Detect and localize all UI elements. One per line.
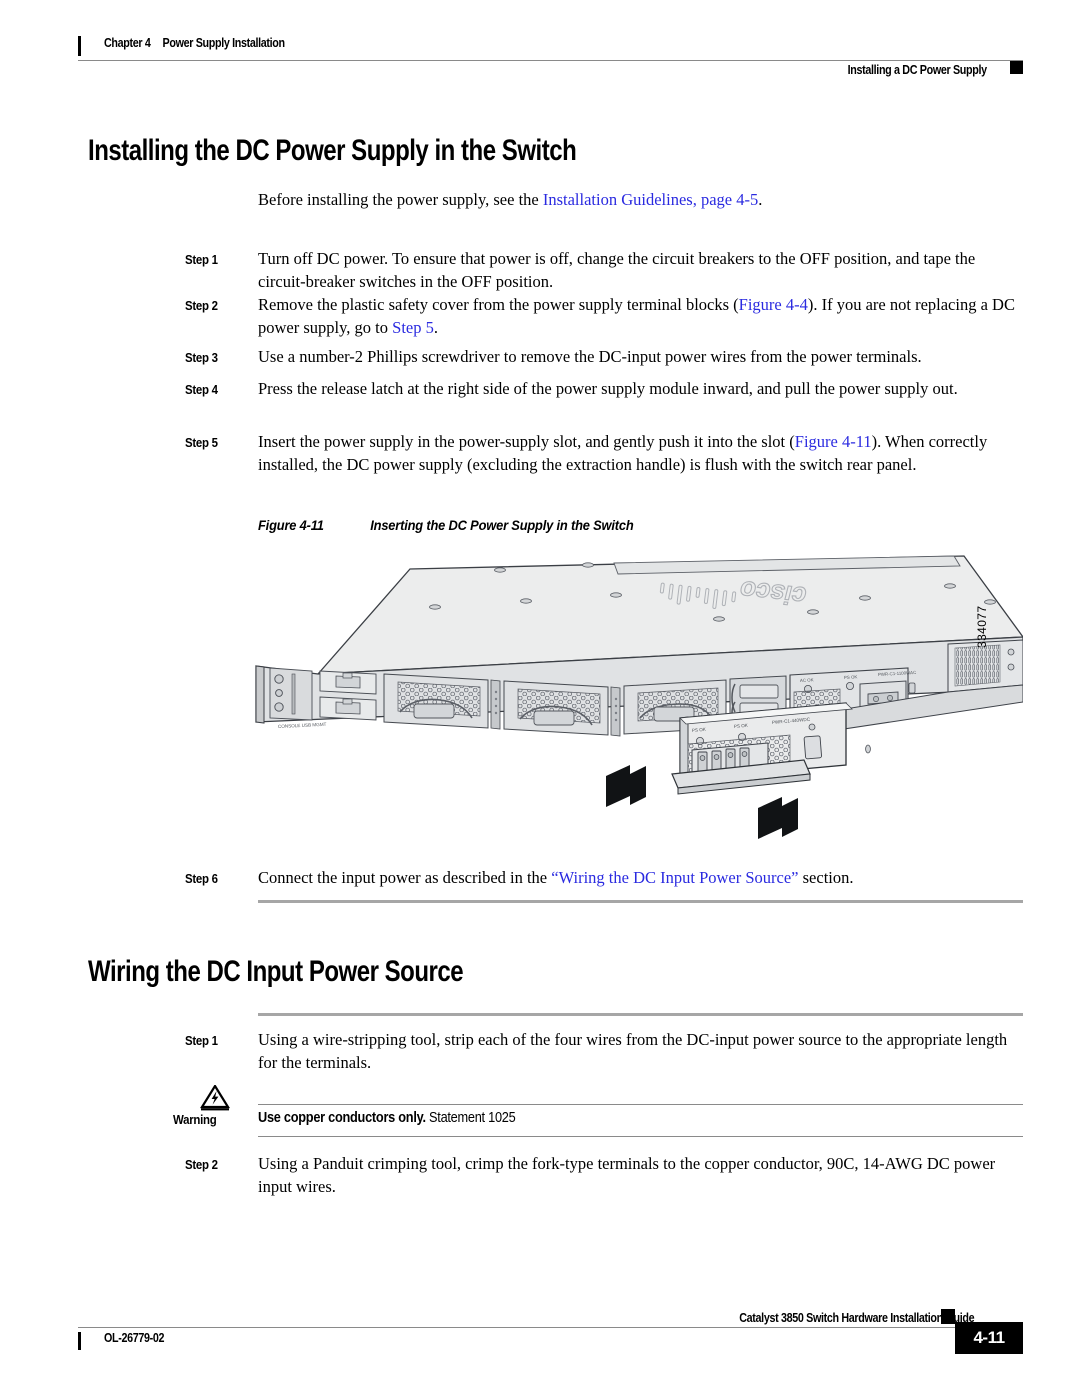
footer-guide-title: Catalyst 3850 Switch Hardware Installati… (738, 1311, 974, 1325)
header-rule (78, 60, 1023, 61)
document-page: Chapter 4 Power Supply Installation Insta… (0, 0, 1080, 1397)
step-label: Step 1 (185, 252, 218, 267)
step-label: Step 1 (185, 1033, 218, 1048)
figure-caption: Figure 4-11 Inserting the DC Power Supply… (258, 517, 634, 533)
step-item: Step 3 Use a number-2 Phillips screwdriv… (185, 345, 1023, 368)
step-text-part: section. (798, 868, 854, 887)
section-divider-rule (258, 900, 1023, 903)
intro-text-prefix: Before installing the power supply, see … (258, 190, 543, 209)
figure-illustration-id: 334077 (975, 605, 989, 648)
figure-illustration: cisco CONSOLE USB MGMT AC OK PS OK PWR-C… (248, 552, 1025, 852)
warning-label: Warning (173, 1112, 217, 1127)
heading-installing-dc-power-supply: Installing the DC Power Supply in the Sw… (88, 134, 577, 167)
step-label: Step 2 (185, 298, 218, 313)
link-wiring-dc-input-power-source[interactable]: “Wiring the DC Input Power Source” (551, 868, 798, 887)
heading-underline-rule (258, 1013, 1023, 1016)
warning-bottom-rule (258, 1136, 1023, 1137)
step-text: Turn off DC power. To ensure that power … (258, 249, 976, 291)
header-chapter-number: Chapter 4 (104, 36, 151, 50)
step-text: Insert the power supply in the power-sup… (258, 430, 1023, 476)
step-label: Step 3 (185, 350, 218, 365)
step-text-part: . (433, 318, 438, 337)
warning-top-rule (258, 1104, 1023, 1105)
step-label: Step 6 (185, 871, 218, 886)
step-item: Step 4 Press the release latch at the ri… (185, 377, 1023, 400)
step-item: Step 6 Connect the input power as descri… (185, 866, 1023, 889)
insertion-arrow-right (758, 797, 798, 839)
warning-text: Use copper conductors only. Statement 10… (258, 1110, 516, 1126)
footer-square-marker (941, 1309, 955, 1324)
footer-document-id: OL-26779-02 (104, 1331, 165, 1345)
step-text: Connect the input power as described in … (258, 866, 1023, 889)
step-text-part: Remove the plastic safety cover from the… (258, 295, 739, 314)
svg-text:AC OK: AC OK (800, 677, 814, 683)
step-text: Using a wire-stripping tool, strip each … (258, 1030, 1008, 1072)
footer-rule (78, 1327, 955, 1328)
intro-paragraph: Before installing the power supply, see … (258, 188, 1018, 211)
step-text: Remove the plastic safety cover from the… (258, 293, 1023, 339)
link-installation-guidelines[interactable]: Installation Guidelines, page 4-5 (543, 190, 758, 209)
step-text-part: Insert the power supply in the power-sup… (258, 432, 795, 451)
dc-power-supply-module: PS OK PS OK PWR-C1-440WDC (671, 702, 853, 795)
step-item: Step 2 Using a Panduit crimping tool, cr… (185, 1152, 1023, 1198)
header-square-marker (1010, 61, 1023, 74)
warning-statement: Statement 1025 (425, 1110, 516, 1126)
step-text: Press the release latch at the right sid… (258, 379, 958, 398)
link-step-5[interactable]: Step 5 (392, 318, 434, 337)
svg-text:CONSOLE USB MGMT: CONSOLE USB MGMT (278, 722, 327, 729)
insertion-arrow-left (606, 765, 646, 807)
intro-text-suffix: . (758, 190, 763, 209)
link-figure-4-4[interactable]: Figure 4-4 (739, 295, 808, 314)
step-label: Step 2 (185, 1157, 218, 1172)
warning-icon (200, 1083, 230, 1111)
figure-title: Inserting the DC Power Supply in the Swi… (370, 517, 634, 533)
header-section-title: Installing a DC Power Supply (847, 63, 987, 77)
running-header: Chapter 4 Power Supply Installation Insta… (78, 34, 1023, 86)
figure-number: Figure 4-11 (258, 517, 324, 533)
link-figure-4-11[interactable]: Figure 4-11 (795, 432, 872, 451)
step-item: Step 1 Turn off DC power. To ensure that… (185, 247, 1023, 293)
heading-wiring-dc-input-power-source: Wiring the DC Input Power Source (88, 955, 464, 988)
warning-triangle-lightning-icon (200, 1083, 230, 1111)
step-item: Step 5 Insert the power supply in the po… (185, 430, 1023, 476)
header-chapter-title: Power Supply Installation (162, 36, 286, 50)
footer-page-number: 4-11 (973, 1328, 1005, 1347)
warning-bold-text: Use copper conductors only. (258, 1110, 426, 1126)
header-tick-mark (78, 36, 81, 56)
step-label: Step 4 (185, 382, 218, 397)
step-item: Step 1 Using a wire-stripping tool, stri… (185, 1028, 1023, 1074)
footer-tick-mark (78, 1332, 81, 1350)
step-item: Step 2 Remove the plastic safety cover f… (185, 293, 1023, 339)
step-text: Use a number-2 Phillips screwdriver to r… (258, 347, 922, 366)
step-label: Step 5 (185, 435, 218, 450)
switch-rear-panel-drawing: cisco CONSOLE USB MGMT AC OK PS OK PWR-C… (255, 555, 1025, 839)
step-text-part: Connect the input power as described in … (258, 868, 552, 887)
svg-text:PS OK: PS OK (844, 674, 858, 680)
header-chapter: Chapter 4 Power Supply Installation (104, 36, 285, 50)
step-text: Using a Panduit crimping tool, crimp the… (258, 1154, 996, 1196)
